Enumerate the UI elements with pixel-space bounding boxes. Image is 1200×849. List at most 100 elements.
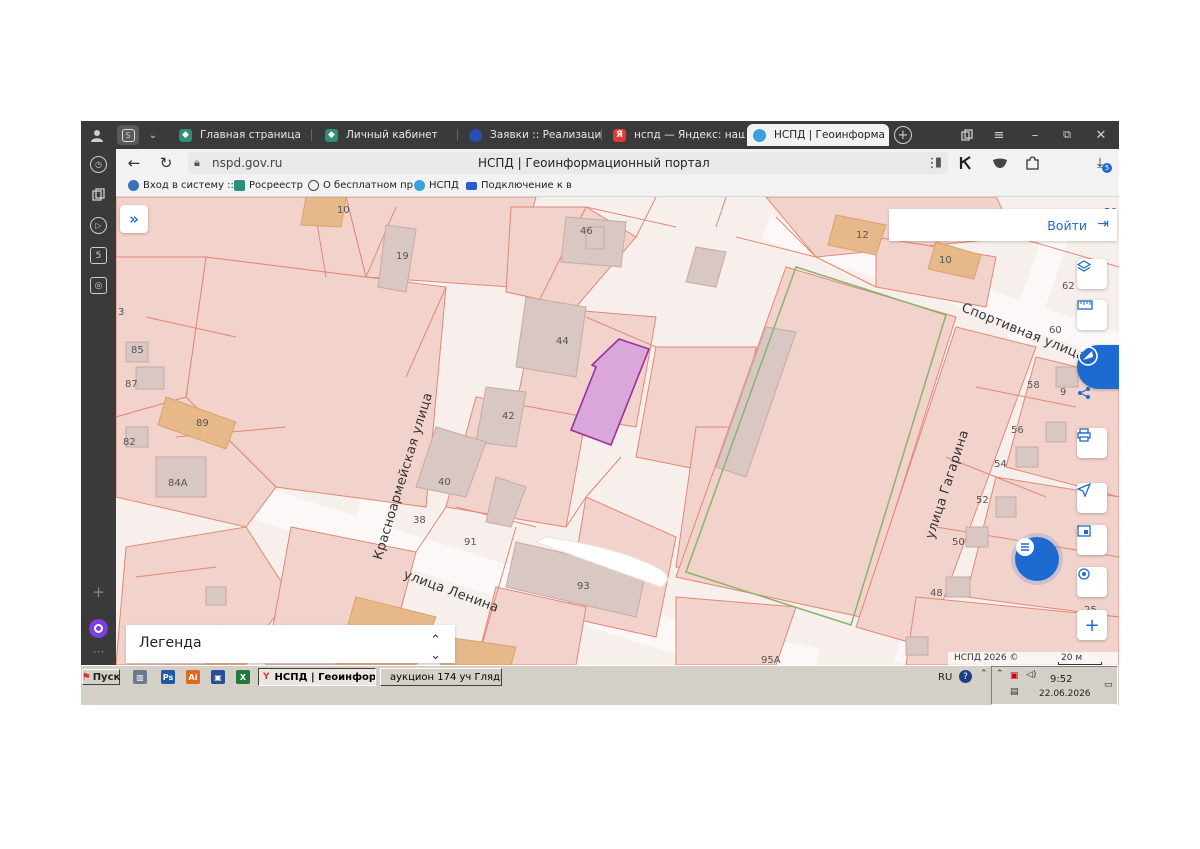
volume-icon[interactable]: ◁) (1026, 670, 1036, 680)
house-number: 93 (577, 581, 590, 592)
restore-icon[interactable]: ⧉ (1057, 125, 1077, 145)
downloads-icon[interactable]: ⤓ 5 (1090, 153, 1112, 173)
expand-panel-button[interactable]: » (120, 205, 148, 233)
search-location-icon[interactable] (1077, 567, 1107, 597)
clock-date[interactable]: 22.06.2026 (1039, 689, 1091, 699)
help-icon[interactable]: ? (959, 670, 972, 683)
windows-logo-icon: ⚑ (81, 671, 91, 683)
nspd-icon (753, 128, 766, 142)
house-number: 42 (502, 411, 515, 422)
url-field[interactable]: 🔒︎ nspd.gov.ru НСПД | Геоинформационный … (188, 152, 948, 174)
bookmark-connect[interactable]: Подключение к в (466, 180, 572, 191)
ruler-icon[interactable] (1077, 300, 1107, 330)
login-label: Войти (1047, 218, 1087, 233)
new-tab-button[interactable]: + (894, 126, 912, 144)
chat-button[interactable] (1015, 537, 1059, 581)
excel-icon[interactable]: X (236, 670, 250, 684)
bookmark-label: Росреестр (249, 180, 303, 191)
menu-icon[interactable]: ≡ (989, 125, 1009, 145)
tab-nspd[interactable]: НСПД | Геоинформа × (747, 124, 889, 146)
extension-shield-icon[interactable] (990, 153, 1010, 173)
chevron-up-icon[interactable]: ⌃ (996, 669, 1004, 679)
profile-icon[interactable] (87, 125, 107, 145)
cadastral-map[interactable]: 10 19 46 12 10 3 85 87 89 44 42 82 84А 4… (116, 197, 1119, 665)
layers-icon[interactable] (1077, 259, 1107, 289)
legend-label: Легенда (139, 635, 202, 651)
chevron-down-icon[interactable]: ⌄ (143, 125, 163, 145)
back-arrow-icon[interactable]: ← (124, 153, 144, 173)
tab-personal-cabinet[interactable]: ◆ Личный кабинет (319, 124, 457, 146)
browser-sidebar: ◷ ▷ 5 ◎ + ··· (81, 149, 116, 665)
lock-icon: 🔒︎ (194, 156, 200, 169)
map-attribution: НСПД 2026 © 20 м (948, 652, 1118, 665)
login-panel[interactable]: Войти ⇥ (889, 209, 1117, 241)
tab-main-page[interactable]: ◆ Главная страница (173, 124, 311, 146)
collections-icon[interactable] (957, 125, 977, 145)
share-icon[interactable] (1077, 386, 1107, 416)
house-number: 10 (939, 255, 952, 266)
task-nspd[interactable]: Y НСПД | Геоинформа... (258, 668, 376, 686)
house-number: 40 (438, 477, 451, 488)
minimize-icon[interactable]: – (1025, 125, 1045, 145)
bookmark-login[interactable]: Вход в систему :: (128, 180, 234, 191)
task-auction-folder[interactable]: аукцион 174 уч Глядян... (380, 668, 502, 686)
house-number: 38 (413, 515, 426, 526)
screenshot-icon[interactable]: ◎ (90, 277, 107, 294)
house-number: 84А (168, 478, 188, 489)
bookmark-nspd[interactable]: НСПД (414, 180, 459, 191)
house-number: 89 (196, 418, 209, 429)
tab-applications[interactable]: Заявки :: Реализация го (463, 124, 601, 146)
illustrator-icon[interactable]: Ai (186, 670, 200, 684)
extension-puzzle-icon[interactable] (1022, 153, 1042, 173)
printer-tray-icon[interactable]: ▤ (1010, 687, 1019, 697)
house-number: 50 (952, 537, 965, 548)
house-number: 10 (337, 205, 350, 216)
system-tray: ⌃ ⌃ ▣ ◁) ▤ 9:52 22.06.2026 (980, 666, 1118, 705)
print-icon[interactable] (1077, 428, 1107, 458)
history-icon[interactable]: ◷ (90, 156, 107, 173)
tabs-group-icon[interactable]: S (117, 125, 139, 145)
start-label: Пуск (92, 671, 121, 683)
tab-label: нспд — Яндекс: нашлос (634, 129, 745, 141)
clock-time[interactable]: 9:52 (1050, 674, 1072, 685)
house-number: 44 (556, 336, 569, 347)
add-panel-icon[interactable]: + (90, 583, 107, 601)
downloads-badge: 5 (1102, 163, 1112, 173)
language-indicator[interactable]: RU (938, 672, 952, 683)
close-window-icon[interactable]: ✕ (1091, 125, 1111, 145)
start-button[interactable]: ⚑ Пуск (82, 669, 120, 685)
bookmark-free[interactable]: О бесплатном пр (308, 180, 413, 191)
chevron-updown-icon: ⌃ ⌄ (430, 633, 441, 663)
kebab-menu-icon[interactable]: ⋮ (922, 153, 942, 173)
tab-label: Главная страница (200, 129, 301, 141)
library-icon[interactable]: ▥ (133, 670, 147, 684)
tab-yandex-search[interactable]: Я нспд — Яндекс: нашлос (607, 124, 745, 146)
minimap-icon[interactable] (1077, 525, 1107, 555)
locate-icon[interactable] (1077, 483, 1107, 513)
zoom-in-button[interactable]: + (1077, 610, 1107, 640)
network-icon[interactable]: ▣ (1010, 671, 1019, 681)
house-number: 3 (118, 307, 125, 318)
photoshop-icon[interactable]: Ps (161, 670, 175, 684)
house-number: 12 (856, 230, 869, 241)
tray-arrows-icon[interactable]: ⌃ (980, 669, 988, 679)
tab-separator (311, 129, 312, 141)
draw-tool-icon[interactable] (1077, 345, 1119, 389)
house-number: 56 (1011, 425, 1024, 436)
tab-label: Личный кабинет (346, 129, 438, 141)
alice-icon[interactable] (89, 619, 108, 638)
bookmark-rosreestr[interactable]: Росреестр (234, 180, 303, 191)
show-desktop-icon[interactable]: ▭ (1104, 680, 1113, 690)
save-icon[interactable]: ▣ (211, 670, 225, 684)
house-number: 87 (125, 379, 138, 390)
legend-panel[interactable]: Легенда ⌃ ⌄ (126, 625, 455, 663)
extension-k-icon[interactable] (956, 153, 976, 173)
reload-icon[interactable]: ↻ (156, 153, 176, 173)
play-icon[interactable]: ▷ (90, 217, 107, 234)
nspd-icon (414, 180, 425, 191)
page-title: НСПД | Геоинформационный портал (478, 156, 710, 170)
bookmark-label: НСПД (429, 180, 459, 191)
alice-app-icon[interactable]: 5 (90, 247, 107, 264)
bookmarks-icon[interactable] (90, 186, 107, 203)
more-icon[interactable]: ··· (90, 643, 107, 660)
